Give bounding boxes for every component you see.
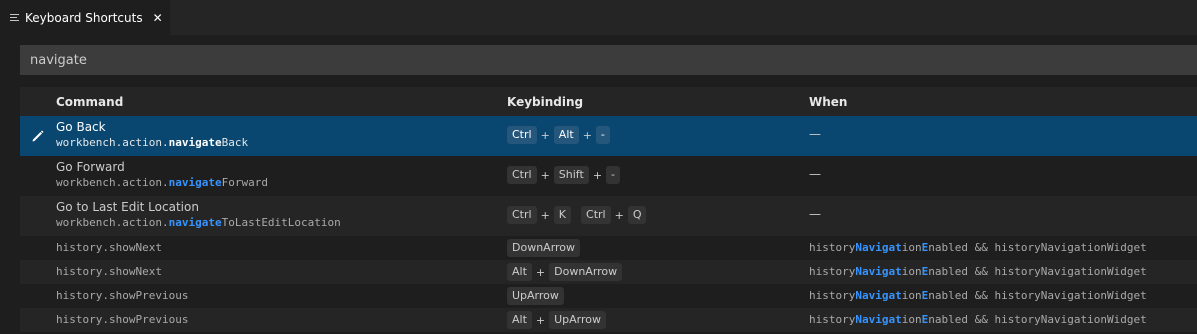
key-label: Ctrl	[581, 206, 611, 224]
keybinding-cell[interactable]: Ctrl + Shift + -	[507, 166, 621, 184]
key-label: DownArrow	[549, 263, 623, 281]
key-label: UpArrow	[549, 311, 607, 329]
key-label: K	[553, 206, 572, 224]
key-separator: +	[614, 208, 624, 222]
command-title: Go Back	[56, 120, 106, 134]
key-separator: +	[540, 208, 550, 222]
when-cell: —	[809, 207, 821, 221]
command-title: Go Forward	[56, 160, 125, 174]
table-row[interactable]: history.showNext DownArrow historyNaviga…	[20, 236, 1197, 260]
keybinding-cell[interactable]: UpArrow	[507, 287, 564, 305]
header-keybinding[interactable]: Keybinding	[507, 95, 583, 109]
when-cell: historyNavigationEnabled && historyNavig…	[809, 313, 1147, 326]
key-label: -	[606, 166, 621, 184]
keyboard-shortcuts-icon	[10, 13, 19, 22]
table-row[interactable]: Go Forward workbench.action.navigateForw…	[20, 156, 1197, 196]
key-label: Ctrl	[507, 126, 537, 144]
keybindings-table: Command Keybinding When Go Back workbenc…	[20, 87, 1197, 332]
table-row[interactable]: Go to Last Edit Location workbench.actio…	[20, 196, 1197, 236]
command-id: workbench.action.navigateToLastEditLocat…	[56, 216, 341, 229]
key-separator: +	[535, 265, 546, 279]
table-row[interactable]: history.showPrevious Alt + UpArrow histo…	[20, 308, 1197, 332]
search-input[interactable]: navigate	[20, 45, 1197, 75]
when-cell: —	[809, 127, 821, 141]
key-label: Alt	[553, 126, 579, 144]
command-title: Go to Last Edit Location	[56, 200, 199, 214]
close-icon[interactable]: ✕	[153, 11, 163, 25]
header-when[interactable]: When	[809, 95, 847, 109]
tab-keyboard-shortcuts[interactable]: Keyboard Shortcuts ✕	[0, 0, 170, 35]
pencil-icon[interactable]	[30, 128, 46, 144]
when-cell: —	[809, 167, 821, 181]
key-label: -	[595, 126, 610, 144]
command-id: workbench.action.navigateBack	[56, 136, 249, 149]
keybinding-cell[interactable]: DownArrow	[507, 239, 581, 257]
header-command[interactable]: Command	[56, 95, 123, 109]
key-label: Ctrl	[507, 206, 537, 224]
keybinding-cell[interactable]: Alt + DownArrow	[507, 263, 623, 281]
command-id: history.showNext	[56, 241, 162, 254]
command-id: workbench.action.navigateForward	[56, 176, 268, 189]
key-separator: +	[582, 128, 592, 142]
key-label: Ctrl	[507, 166, 537, 184]
keybinding-cell[interactable]: Alt + UpArrow	[507, 311, 607, 329]
command-cell: Go to Last Edit Location workbench.actio…	[56, 200, 341, 231]
table-header: Command Keybinding When	[20, 87, 1197, 116]
when-cell: historyNavigationEnabled && historyNavig…	[809, 241, 1147, 254]
table-row[interactable]: history.showPrevious UpArrow historyNavi…	[20, 284, 1197, 308]
key-separator: +	[592, 168, 603, 182]
command-id: history.showNext	[56, 265, 162, 278]
keybinding-cell[interactable]: Ctrl + Alt + -	[507, 126, 610, 144]
key-label: Q	[627, 206, 647, 224]
command-id: history.showPrevious	[56, 313, 189, 326]
key-separator: +	[540, 168, 550, 182]
key-separator: +	[535, 313, 546, 327]
table-row[interactable]: history.showNext Alt + DownArrow history…	[20, 260, 1197, 284]
keybinding-cell[interactable]: Ctrl + K Ctrl + Q	[507, 206, 647, 224]
search-input-value: navigate	[30, 52, 87, 68]
key-label: Shift	[553, 166, 589, 184]
key-label: Alt	[507, 263, 532, 281]
key-separator: +	[540, 128, 550, 142]
key-label: Alt	[507, 311, 532, 329]
tab-title: Keyboard Shortcuts	[25, 10, 143, 25]
editor-tab-bar: Keyboard Shortcuts ✕	[0, 0, 1197, 35]
table-row[interactable]: Go Back workbench.action.navigateBack Ct…	[20, 116, 1197, 156]
command-cell: Go Back workbench.action.navigateBack	[56, 120, 248, 151]
when-cell: historyNavigationEnabled && historyNavig…	[809, 265, 1147, 278]
command-id: history.showPrevious	[56, 289, 189, 302]
when-cell: historyNavigationEnabled && historyNavig…	[809, 289, 1147, 302]
key-label: UpArrow	[507, 287, 564, 305]
key-label: DownArrow	[507, 239, 581, 257]
command-cell: Go Forward workbench.action.navigateForw…	[56, 160, 268, 191]
